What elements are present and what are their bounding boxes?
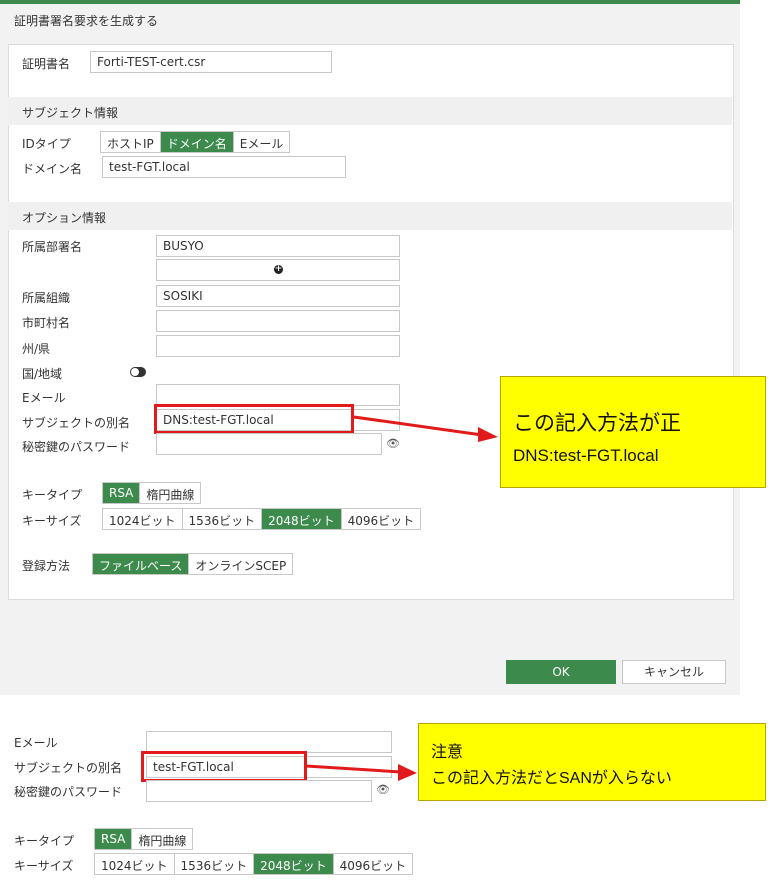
san-highlight-box <box>154 404 354 434</box>
lower-key-size-1536[interactable]: 1536ビット <box>174 854 255 874</box>
id-type-domain[interactable]: ドメイン名 <box>160 132 234 152</box>
country-toggle-icon[interactable] <box>130 367 146 377</box>
lower-key-size-1024[interactable]: 1024ビット <box>95 854 175 874</box>
callout-correct-title: この記入方法が正 <box>513 412 681 435</box>
lower-key-size-selector: 1024ビット 1536ビット 2048ビット 4096ビット <box>94 853 414 875</box>
id-type-label: IDタイプ <box>22 137 71 151</box>
email-label: Eメール <box>22 391 66 405</box>
lower-key-size-4096[interactable]: 4096ビット <box>333 854 413 874</box>
subject-section-header: サブジェクト情報 <box>8 97 732 125</box>
key-size-1024[interactable]: 1024ビット <box>103 509 183 529</box>
csr-dialog: 証明書署名要求を生成する 証明書名 Forti-TEST-cert.csr サブ… <box>0 0 740 695</box>
state-input[interactable] <box>156 335 400 357</box>
ok-button[interactable]: OK <box>506 660 616 684</box>
org-label: 所属組織 <box>22 291 71 305</box>
lower-key-type-selector: RSA 楕円曲線 <box>94 828 194 850</box>
key-size-4096[interactable]: 4096ビット <box>341 509 421 529</box>
key-size-label: キーサイズ <box>22 514 82 528</box>
dialog-title: 証明書署名要求を生成する <box>14 14 159 28</box>
dialog-top-bar <box>0 0 740 4</box>
key-type-ec[interactable]: 楕円曲線 <box>140 483 201 503</box>
lower-san-label: サブジェクトの別名 <box>14 761 123 775</box>
locality-input[interactable] <box>156 310 400 332</box>
enroll-selector: ファイルベース オンラインSCEP <box>92 553 294 575</box>
callout-warning-title: 注意 <box>431 744 464 761</box>
cert-name-label: 証明書名 <box>22 57 71 71</box>
enroll-label: 登録方法 <box>22 559 71 573</box>
key-size-1536[interactable]: 1536ビット <box>182 509 263 529</box>
lower-key-type-rsa[interactable]: RSA <box>95 829 133 849</box>
key-type-selector: RSA 楕円曲線 <box>102 482 202 504</box>
callout-correct-example: DNS:test-FGT.local <box>513 446 659 465</box>
id-type-host-ip[interactable]: ホストIP <box>101 132 161 152</box>
key-type-rsa[interactable]: RSA <box>103 483 141 503</box>
email-input[interactable] <box>156 384 400 406</box>
key-size-2048[interactable]: 2048ビット <box>262 509 342 529</box>
org-input[interactable]: SOSIKI <box>156 285 400 307</box>
optional-section-title: オプション情報 <box>22 211 107 225</box>
cancel-button[interactable]: キャンセル <box>622 660 726 684</box>
lower-key-type-label: キータイプ <box>14 834 75 848</box>
key-size-selector: 1024ビット 1536ビット 2048ビット 4096ビット <box>102 508 422 530</box>
password-label: 秘密鍵のパスワード <box>22 440 131 454</box>
lower-key-size-2048[interactable]: 2048ビット <box>254 854 334 874</box>
enroll-file-based[interactable]: ファイルベース <box>93 554 190 574</box>
subject-section-title: サブジェクト情報 <box>22 106 119 120</box>
optional-section-header: オプション情報 <box>8 202 732 230</box>
domain-input[interactable]: test-FGT.local <box>102 156 346 178</box>
lower-key-type-ec[interactable]: 楕円曲線 <box>132 829 193 849</box>
password-input[interactable] <box>156 433 382 455</box>
enroll-online-scep[interactable]: オンラインSCEP <box>189 554 293 574</box>
callout-correct: この記入方法が正 DNS:test-FGT.local <box>500 376 766 488</box>
san-label: サブジェクトの別名 <box>22 416 131 430</box>
state-label: 州/県 <box>22 342 51 356</box>
id-type-email[interactable]: Eメール <box>233 132 290 152</box>
callout-warning: 注意 この記入方法だとSANが入らない <box>418 723 766 801</box>
arrow-to-warning-callout <box>305 764 417 781</box>
lower-email-label: Eメール <box>14 736 58 750</box>
arrow-to-correct-callout <box>353 415 498 442</box>
lower-password-label: 秘密鍵のパスワード <box>14 785 123 799</box>
lower-san-highlight-box <box>141 751 307 782</box>
cert-name-input[interactable]: Forti-TEST-cert.csr <box>90 51 332 73</box>
key-type-label: キータイプ <box>22 488 83 502</box>
callout-warning-text: この記入方法だとSANが入らない <box>431 770 672 787</box>
domain-label: ドメイン名 <box>22 162 83 176</box>
add-plus-icon[interactable]: + <box>274 265 283 274</box>
lower-email-input[interactable] <box>146 731 392 753</box>
id-type-selector: ホストIP ドメイン名 Eメール <box>100 131 291 153</box>
org-unit-input[interactable]: BUSYO <box>156 235 400 257</box>
country-label: 国/地域 <box>22 367 63 381</box>
org-unit-label: 所属部署名 <box>22 240 83 254</box>
lower-key-size-label: キーサイズ <box>14 859 74 873</box>
locality-label: 市町村名 <box>22 316 71 330</box>
